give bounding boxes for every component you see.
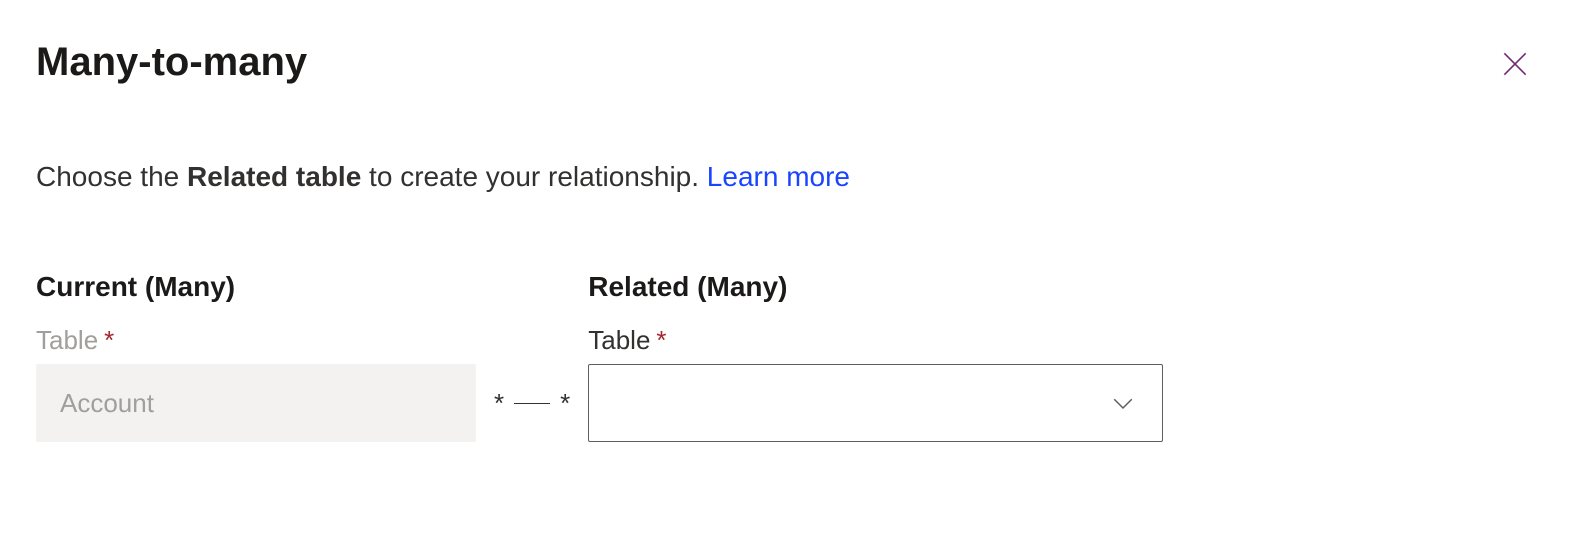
connector-line	[514, 403, 550, 404]
connector-star-right: *	[560, 388, 570, 419]
current-table-field: Account	[36, 364, 476, 442]
chevron-down-icon	[1108, 388, 1138, 418]
description-suffix: to create your relationship.	[361, 161, 707, 192]
description-text: Choose the Related table to create your …	[36, 161, 1539, 193]
current-column: Current (Many) Table * Account	[36, 271, 476, 442]
connector-star-left: *	[494, 388, 504, 419]
related-column: Related (Many) Table *	[588, 271, 1163, 442]
close-icon	[1499, 48, 1531, 83]
close-button[interactable]	[1491, 40, 1539, 91]
related-header: Related (Many)	[588, 271, 1163, 303]
current-label-text: Table	[36, 325, 98, 356]
description-bold: Related table	[187, 161, 361, 192]
relation-connector: * *	[476, 364, 588, 442]
description-prefix: Choose the	[36, 161, 187, 192]
related-label-text: Table	[588, 325, 650, 356]
current-header: Current (Many)	[36, 271, 476, 303]
current-table-label: Table *	[36, 325, 476, 356]
related-table-select[interactable]	[588, 364, 1163, 442]
required-star-icon: *	[104, 325, 114, 356]
required-star-icon: *	[656, 325, 666, 356]
related-table-label: Table *	[588, 325, 1163, 356]
learn-more-link[interactable]: Learn more	[707, 161, 850, 192]
page-title: Many-to-many	[36, 40, 307, 85]
current-table-value: Account	[60, 388, 154, 419]
